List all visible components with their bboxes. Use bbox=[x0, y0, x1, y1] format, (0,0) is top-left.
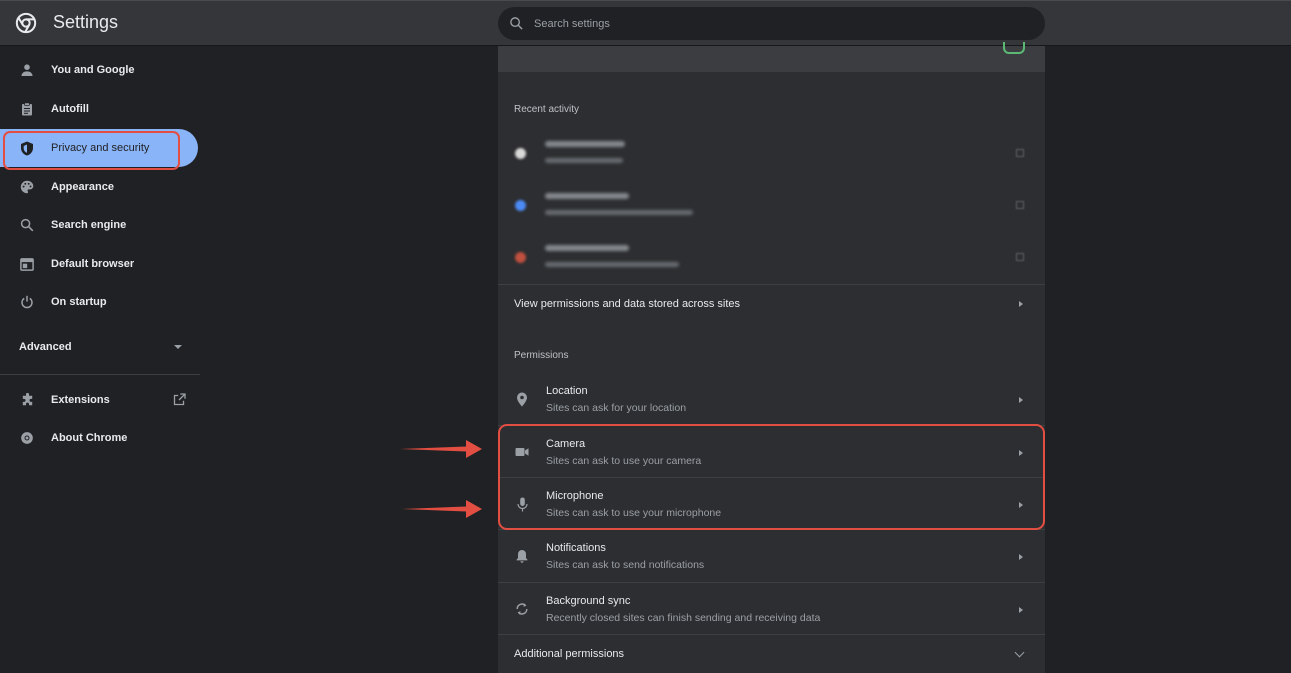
sidebar-item-label: You and Google bbox=[51, 64, 135, 76]
chevron-right-icon bbox=[1019, 450, 1023, 456]
chrome-logo-icon bbox=[15, 12, 37, 34]
view-permissions-label: View permissions and data stored across … bbox=[514, 298, 741, 310]
permission-title: Microphone bbox=[546, 490, 604, 502]
additional-permissions-label: Additional permissions bbox=[514, 648, 625, 660]
sidebar-item-you-and-google[interactable]: You and Google bbox=[0, 51, 198, 89]
permission-subtitle: Sites can ask to use your microphone bbox=[546, 507, 722, 519]
advanced-label: Advanced bbox=[19, 341, 72, 353]
clipboard-icon bbox=[19, 101, 35, 117]
sidebar-item-label: On startup bbox=[51, 296, 107, 308]
site-favicon-icon bbox=[515, 148, 526, 159]
browser-window-icon bbox=[19, 256, 35, 272]
sidebar-item-appearance[interactable]: Appearance bbox=[0, 168, 198, 206]
sidebar-item-default-browser[interactable]: Default browser bbox=[0, 245, 198, 283]
blurred-row-action bbox=[1016, 253, 1024, 261]
header-bar: Settings bbox=[0, 0, 1291, 46]
site-favicon-icon bbox=[515, 200, 526, 211]
permission-subtitle: Sites can ask to use your camera bbox=[546, 455, 702, 467]
palette-icon bbox=[19, 179, 35, 195]
toggle-fragment bbox=[1003, 42, 1025, 54]
sidebar-item-label: Extensions bbox=[51, 394, 110, 406]
sidebar-item-label: Search engine bbox=[51, 219, 127, 231]
sidebar-item-label: Appearance bbox=[51, 181, 114, 193]
recent-activity-row bbox=[498, 179, 1045, 231]
person-icon bbox=[19, 62, 35, 78]
sidebar-item-extensions[interactable]: Extensions bbox=[0, 381, 198, 419]
sidebar-item-search-engine[interactable]: Search engine bbox=[0, 206, 198, 244]
chevron-down-icon bbox=[174, 345, 182, 349]
permission-background-sync[interactable]: Background sync Recently closed sites ca… bbox=[498, 582, 1045, 634]
location-pin-icon bbox=[514, 391, 530, 407]
annotation-arrow-camera bbox=[400, 440, 482, 458]
search-box[interactable] bbox=[498, 7, 1045, 40]
card-top-section bbox=[498, 42, 1045, 72]
permissions-title: Permissions bbox=[514, 350, 569, 361]
recent-activity-row bbox=[498, 127, 1045, 179]
permission-title: Notifications bbox=[546, 542, 606, 554]
settings-app: Settings You and Google Autofill bbox=[0, 0, 1291, 673]
bell-icon bbox=[514, 548, 530, 564]
shield-icon bbox=[19, 140, 35, 156]
view-permissions-link[interactable]: View permissions and data stored across … bbox=[498, 284, 1045, 322]
chevron-right-icon bbox=[1019, 607, 1023, 613]
sidebar-item-autofill[interactable]: Autofill bbox=[0, 90, 198, 128]
power-icon bbox=[19, 294, 35, 310]
blurred-site-name bbox=[545, 245, 629, 251]
blurred-site-detail bbox=[545, 158, 623, 163]
recent-activity-row bbox=[498, 231, 1045, 283]
blurred-site-name bbox=[545, 141, 625, 147]
search-icon bbox=[510, 17, 523, 30]
permission-camera[interactable]: Camera Sites can ask to use your camera bbox=[498, 425, 1045, 477]
chrome-icon bbox=[19, 430, 35, 446]
permission-microphone[interactable]: Microphone Sites can ask to use your mic… bbox=[498, 477, 1045, 529]
additional-permissions-toggle[interactable]: Additional permissions bbox=[498, 634, 1045, 673]
open-in-new-icon bbox=[173, 393, 186, 406]
permission-subtitle: Sites can ask to send notifications bbox=[546, 559, 705, 571]
permission-notifications[interactable]: Notifications Sites can ask to send noti… bbox=[498, 529, 1045, 581]
sidebar-item-label: Autofill bbox=[51, 103, 89, 115]
chevron-right-icon bbox=[1019, 502, 1023, 508]
chevron-down-icon bbox=[1014, 647, 1025, 658]
sidebar-item-label: Default browser bbox=[51, 258, 135, 270]
site-favicon-icon bbox=[515, 252, 526, 263]
page-title: Settings bbox=[53, 12, 119, 32]
blurred-site-detail bbox=[545, 262, 679, 267]
sidebar: You and Google Autofill Privacy and secu… bbox=[0, 46, 200, 673]
chevron-right-icon bbox=[1019, 397, 1023, 403]
sync-icon bbox=[514, 601, 530, 617]
sidebar-item-privacy-and-security[interactable]: Privacy and security bbox=[0, 129, 198, 167]
sidebar-item-label: Privacy and security bbox=[51, 142, 150, 154]
blurred-row-action bbox=[1016, 149, 1024, 157]
sidebar-item-on-startup[interactable]: On startup bbox=[0, 283, 198, 321]
permission-location[interactable]: Location Sites can ask for your location bbox=[498, 373, 1045, 425]
sidebar-item-label: About Chrome bbox=[51, 432, 128, 444]
chevron-right-icon bbox=[1019, 554, 1023, 560]
chevron-right-icon bbox=[1019, 301, 1023, 307]
camera-icon bbox=[514, 444, 530, 460]
permission-title: Location bbox=[546, 385, 588, 397]
permission-title: Background sync bbox=[546, 595, 631, 607]
blurred-site-name bbox=[545, 193, 629, 199]
microphone-icon bbox=[514, 496, 530, 512]
sidebar-divider bbox=[0, 374, 200, 375]
permission-subtitle: Sites can ask for your location bbox=[546, 402, 687, 414]
recent-activity-title: Recent activity bbox=[514, 104, 580, 115]
blurred-row-action bbox=[1016, 201, 1024, 209]
sidebar-item-about-chrome[interactable]: About Chrome bbox=[0, 419, 198, 457]
privacy-settings-card: Recent activity View permissions and dat… bbox=[498, 42, 1045, 673]
permission-subtitle: Recently closed sites can finish sending… bbox=[546, 612, 821, 624]
permission-title: Camera bbox=[546, 438, 586, 450]
sidebar-advanced-toggle[interactable]: Advanced bbox=[0, 336, 198, 360]
search-icon bbox=[19, 217, 35, 233]
annotation-arrow-microphone bbox=[402, 500, 482, 518]
blurred-site-detail bbox=[545, 210, 693, 215]
puzzle-piece-icon bbox=[19, 392, 35, 408]
search-input[interactable] bbox=[534, 7, 1024, 40]
